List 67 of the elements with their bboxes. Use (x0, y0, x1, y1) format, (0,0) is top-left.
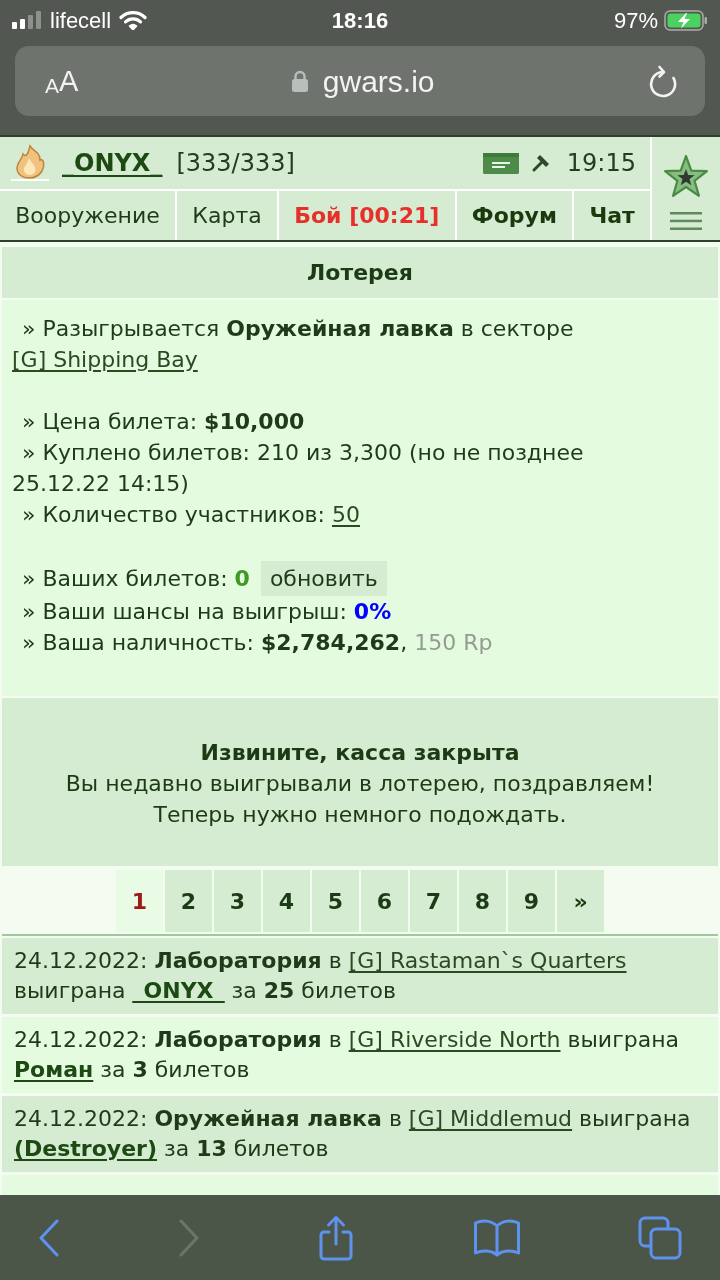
page-button[interactable]: 2 (165, 870, 212, 932)
carrier-name: lifecell (50, 6, 112, 35)
wifi-icon (119, 10, 148, 30)
flame-icon (10, 144, 50, 182)
history-entry: 24.12.2022: Оружейная лавка в [G] Middlemud выиграна (Destroyer) за 13 билетов (2, 1096, 718, 1172)
reload-icon (647, 64, 679, 98)
page-button[interactable]: 8 (459, 870, 506, 932)
url-text[interactable]: gwars.io (322, 58, 435, 104)
text-size-button[interactable]: AA (45, 66, 79, 96)
nav-tab[interactable]: Чат (574, 191, 651, 240)
battery-icon (664, 9, 708, 31)
back-button[interactable] (38, 1218, 60, 1257)
tabs-icon (638, 1215, 682, 1260)
player-link[interactable]: (Destroyer) (14, 1136, 157, 1161)
star-icon[interactable] (662, 153, 710, 200)
game-clock: 19:15 (566, 148, 636, 179)
page-button[interactable]: 5 (312, 870, 359, 932)
book-icon (472, 1217, 521, 1258)
battery-percent: 97% (613, 6, 658, 35)
next-page-button[interactable]: » (557, 870, 604, 932)
clock-time: 18:16 (331, 6, 389, 35)
value-text: 0 (234, 566, 250, 591)
value-text: 0% (353, 599, 392, 624)
nav-tab[interactable]: Вооружение (0, 191, 176, 240)
health-text: [333/333] (176, 148, 295, 179)
info-line: » Куплено билетов: 210 из 3,300 (но не позднее 25.12.22 14:15) (12, 439, 585, 498)
info-line: » Количество участников: 50 (21, 501, 361, 529)
page-button[interactable]: 1 (116, 870, 163, 932)
page-button[interactable]: 9 (508, 870, 555, 932)
text-link[interactable]: [G] Shipping Bay (12, 347, 198, 372)
sector-link[interactable]: [G] Middlemud (408, 1106, 573, 1131)
text-link[interactable]: 50 (332, 502, 360, 527)
reload-button[interactable] (647, 64, 679, 98)
sector-link[interactable]: [G] Rastaman`s Quarters (348, 948, 627, 973)
info-line: » Разыгрывается Оружейная лавка в секторе [G] Shipping Bay (12, 315, 575, 374)
page-button[interactable]: 3 (214, 870, 261, 932)
lock-icon (290, 69, 309, 93)
player-link[interactable]: _ONYX_ (132, 978, 225, 1003)
history-entry: 24.12.2022: Лаборатория в [G] Rastaman`s Quarters выиграна _ONYX_ за 25 билетов (2, 938, 718, 1014)
mail-icon[interactable] (482, 152, 519, 174)
bookmarks-button[interactable] (472, 1217, 521, 1258)
info-text: » Ваши шансы на выигрыш: (22, 599, 347, 624)
sector-link[interactable]: [G] Riverside North (348, 1027, 561, 1052)
chevron-right-icon (177, 1218, 200, 1257)
refresh-button[interactable]: обновить (260, 561, 387, 596)
page-button[interactable]: 6 (361, 870, 408, 932)
tabs-button[interactable] (638, 1215, 682, 1260)
menu-icon[interactable] (670, 211, 702, 230)
nav-tab[interactable]: Карта (177, 191, 277, 240)
notice-text: Теперь нужно немного подождать. (152, 801, 568, 829)
info-line: » Ваша наличность: $2,784,262, 150 Rp (21, 629, 494, 657)
hammer-icon[interactable] (530, 153, 551, 173)
player-link[interactable]: _ONYX_ (62, 145, 163, 181)
share-icon (317, 1214, 355, 1261)
history-entry: 24.12.2022: Лаборатория в [G] Riverside North выиграна Роман за 3 билетов (2, 1017, 718, 1093)
nav-tab[interactable]: Форум (456, 191, 573, 240)
notice-text: Вы недавно выигрывали в лотерею, поздравляем! (64, 770, 656, 798)
share-button[interactable] (317, 1214, 355, 1261)
notice-title: Извините, касса закрыта (199, 739, 521, 767)
chevron-left-icon (38, 1218, 60, 1257)
signal-icon (12, 11, 42, 29)
player-link[interactable]: Роман (14, 1057, 94, 1082)
panel-title: Лотерея (2, 247, 718, 298)
info-text: » Ваших билетов: (22, 566, 228, 591)
page-button[interactable]: 7 (410, 870, 457, 932)
page-button[interactable]: 4 (263, 870, 310, 932)
info-line: » Цена билета: $10,000 (21, 408, 306, 436)
